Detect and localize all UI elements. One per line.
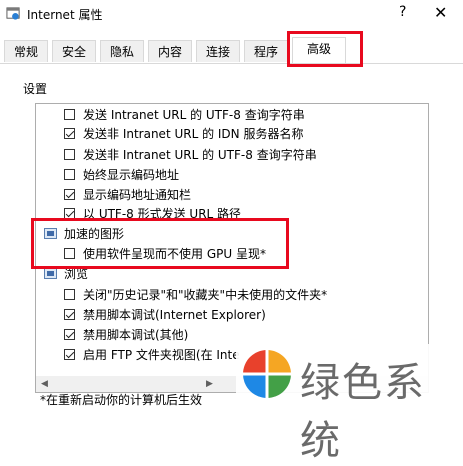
restart-footnote: *在重新启动你的计算机后生效 xyxy=(40,393,203,407)
setting-label: 启用 FTP 文件夹视图(在 Inte xyxy=(83,348,240,362)
scroll-left-arrow[interactable]: ◀ xyxy=(41,379,48,389)
checkbox[interactable] xyxy=(64,309,75,320)
window-title: Internet 属性 xyxy=(27,8,103,22)
checkbox[interactable] xyxy=(64,169,75,180)
tab-security[interactable]: 安全 xyxy=(52,40,96,62)
checkbox[interactable] xyxy=(64,289,75,300)
highlight-box-advanced-tab xyxy=(287,31,363,67)
setting-label: 始终显示编码地址 xyxy=(83,168,180,182)
checkbox[interactable] xyxy=(64,149,75,160)
browsing-group-icon xyxy=(44,268,57,279)
help-button[interactable]: ? xyxy=(399,4,406,20)
watermark-text: 绿色系统 xyxy=(300,360,426,464)
setting-label: 发送 Intranet URL 的 UTF-8 查询字符串 xyxy=(83,108,305,122)
tab-general[interactable]: 常规 xyxy=(4,40,48,62)
windows-logo-icon xyxy=(243,350,291,398)
scroll-right-arrow[interactable]: ▶ xyxy=(206,379,213,389)
tab-programs[interactable]: 程序 xyxy=(244,40,288,62)
internet-explorer-icon xyxy=(6,7,20,20)
setting-label: 禁用脚本调试(Internet Explorer) xyxy=(83,308,266,322)
watermark: 绿色系统 xyxy=(236,344,463,464)
tab-strip: 常规 安全 隐私 内容 连接 程序 高级 xyxy=(0,37,463,64)
tab-content[interactable]: 内容 xyxy=(148,40,192,62)
settings-section-label: 设置 xyxy=(23,82,48,96)
checkbox[interactable] xyxy=(64,128,75,139)
setting-label: 显示编码地址通知栏 xyxy=(83,188,192,202)
setting-label: 关闭"历史记录"和"收藏夹"中未使用的文件夹* xyxy=(83,288,328,302)
tab-panel-border xyxy=(0,63,463,64)
setting-label: 禁用脚本调试(其他) xyxy=(83,328,189,342)
tab-connections[interactable]: 连接 xyxy=(196,40,240,62)
checkbox[interactable] xyxy=(64,349,75,360)
checkbox[interactable] xyxy=(64,329,75,340)
close-button[interactable]: ✕ xyxy=(434,3,447,22)
checkbox[interactable] xyxy=(64,189,75,200)
checkbox[interactable] xyxy=(64,109,75,120)
setting-label: 发送非 Intranet URL 的 UTF-8 查询字符串 xyxy=(83,148,317,162)
tab-privacy[interactable]: 隐私 xyxy=(100,40,144,62)
title-bar: Internet 属性 ? ✕ xyxy=(0,0,463,28)
setting-label: 发送非 Intranet URL 的 IDN 服务器名称 xyxy=(83,127,304,141)
highlight-box-accelerated-graphics xyxy=(31,218,289,269)
